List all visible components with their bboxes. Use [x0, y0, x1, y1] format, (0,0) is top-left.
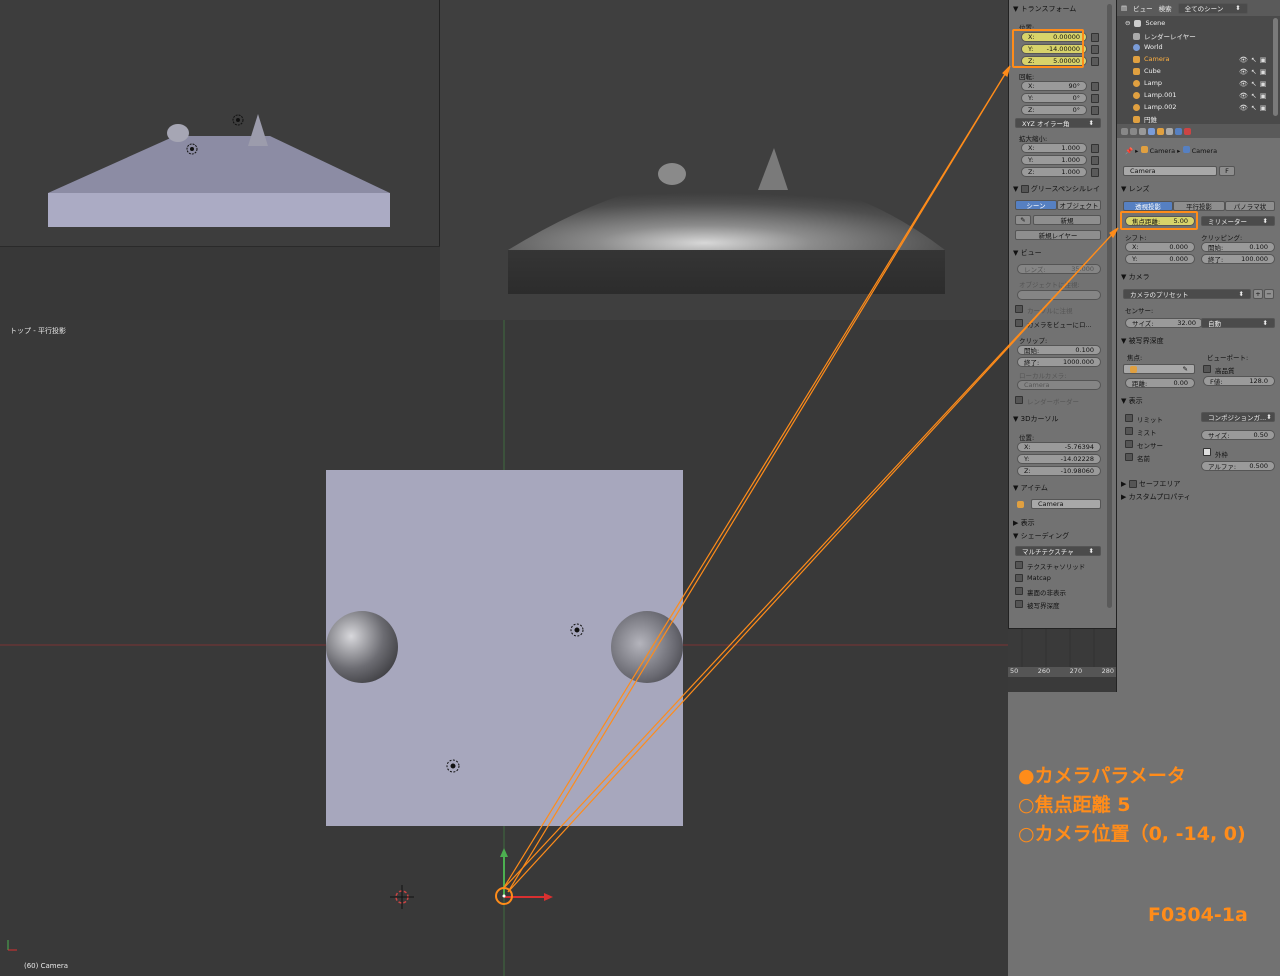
figure-id: F0304-1a	[1148, 904, 1248, 926]
annotation-line: ○カメラ位置（0, -14, 0)	[1018, 823, 1246, 845]
annotation-text: ●カメラパラメータ ○焦点距離 5 ○カメラ位置（0, -14, 0)	[1018, 762, 1246, 849]
annotation-line: ○焦点距離 5	[1018, 794, 1131, 816]
annotation-line: ●カメラパラメータ	[1018, 765, 1186, 787]
